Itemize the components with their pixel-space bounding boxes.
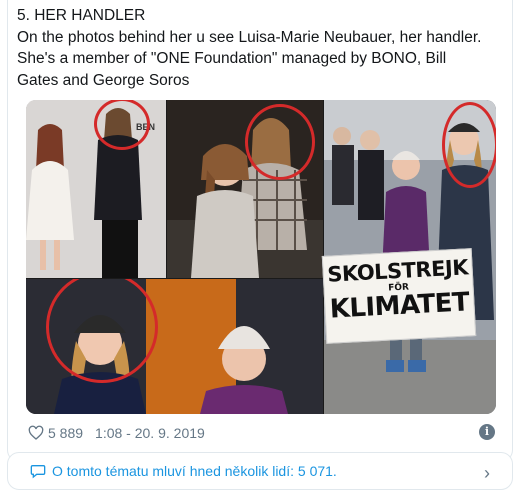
tweet-footer: 5 889 1:08 - 20. 9. 2019 [28,423,205,443]
photo-panel-2 [167,100,323,278]
sign-line-3: KLIMATET [329,287,471,325]
photo-panel-4 [26,279,323,414]
tweet-line: On the photos behind her u see Luisa-Mar… [17,28,482,46]
protest-sign: SKOLSTREJK FÖR KLIMATET [321,248,477,344]
highlight-circle [442,102,496,188]
chevron-right-icon: › [484,463,490,483]
highlight-circle [94,100,150,150]
conversation-text: O tomto tématu mluví hned několik lidí: … [52,463,337,479]
like-count[interactable]: 5 889 [48,425,83,441]
tweet-line: 5. HER HANDLER [17,7,146,24]
tweet-line: Gates and George Soros [17,71,190,89]
info-icon[interactable]: i [479,424,495,440]
photo-panel-1: BEN [26,100,166,278]
tweet-line: She's a member of "ONE Foundation" manag… [17,50,447,67]
conversation-link[interactable]: O tomto tématu mluví hned několik lidí: … [7,452,513,490]
tweet-photo-collage[interactable]: BEN SKOLSTREJK FÖR KLIMATET [26,100,496,414]
highlight-circle [245,104,315,180]
speech-bubble-icon [30,465,46,479]
heart-icon[interactable] [28,425,44,441]
tweet-timestamp[interactable]: 1:08 - 20. 9. 2019 [95,425,205,441]
tweet-text: 5. HER HANDLER On the photos behind her … [17,5,507,91]
